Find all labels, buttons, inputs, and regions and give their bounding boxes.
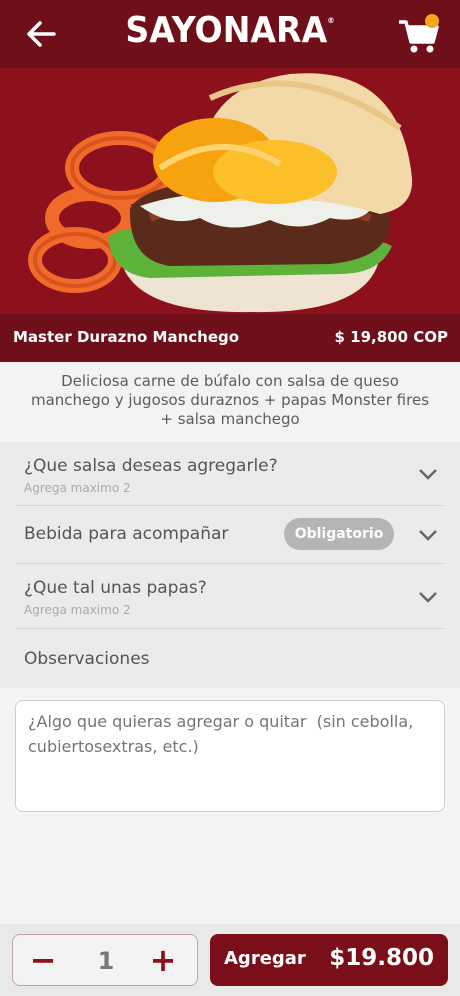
option-drink[interactable]: Bebida para acompañar Obligatorio <box>16 506 444 564</box>
product-description: Deliciosa carne de búfalo con salsa de q… <box>30 372 430 428</box>
product-title-bar: Master Durazno Manchego $ 19,800 COP <box>0 314 460 362</box>
option-notes-header: Observaciones <box>16 629 444 688</box>
product-image <box>0 68 460 314</box>
option-sauce[interactable]: ¿Que salsa deseas agregarle? Agrega maxi… <box>16 442 444 506</box>
increment-button[interactable]: + <box>135 935 191 987</box>
brand-logo-text: SAYONARA <box>125 10 328 51</box>
option-subtitle: Agrega maximo 2 <box>24 481 131 495</box>
decrement-button[interactable]: − <box>15 935 71 987</box>
add-button-label: Agregar <box>224 948 306 969</box>
cart-notification-dot <box>425 14 439 28</box>
top-app-bar: SAYONARA® <box>0 0 460 68</box>
add-button-total: $19.800 <box>329 945 434 971</box>
notes-textarea[interactable] <box>15 700 445 812</box>
option-fries[interactable]: ¿Que tal unas papas? Agrega maximo 2 <box>16 564 444 629</box>
option-subtitle: Agrega maximo 2 <box>24 603 131 617</box>
option-title: ¿Que tal unas papas? <box>24 578 207 598</box>
option-title: ¿Que salsa deseas agregarle? <box>24 456 278 476</box>
options-list: ¿Que salsa deseas agregarle? Agrega maxi… <box>0 442 460 688</box>
required-badge: Obligatorio <box>284 518 394 550</box>
option-title: Observaciones <box>24 649 150 669</box>
bottom-order-bar: − 1 + Agregar $19.800 <box>0 924 460 996</box>
product-name: Master Durazno Manchego <box>13 328 240 346</box>
brand-logo: SAYONARA® <box>18 10 441 51</box>
burger-illustration <box>28 73 413 313</box>
product-price: $ 19,800 COP <box>334 328 448 346</box>
chevron-down-icon[interactable] <box>418 468 438 480</box>
add-to-cart-button[interactable]: Agregar $19.800 <box>210 934 448 986</box>
quantity-value: 1 <box>97 947 115 975</box>
option-title: Bebida para acompañar <box>24 524 229 544</box>
chevron-down-icon[interactable] <box>418 529 438 541</box>
chevron-down-icon[interactable] <box>418 591 438 603</box>
registered-mark: ® <box>327 16 335 25</box>
quantity-stepper: − 1 + <box>12 934 198 986</box>
